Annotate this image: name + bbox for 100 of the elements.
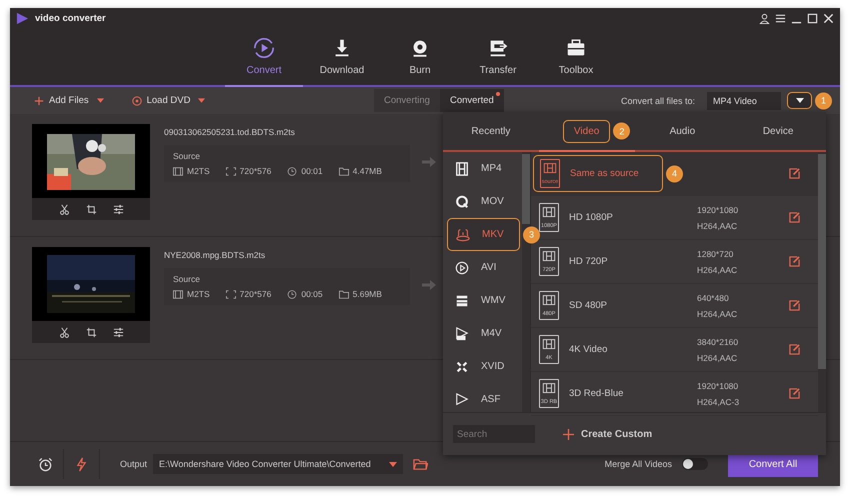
scrollbar[interactable] bbox=[522, 152, 530, 412]
output-path-field[interactable]: E:\Wondershare Video Converter Ultimate\Converted bbox=[153, 454, 404, 474]
preset-resolution: 1920*1080 bbox=[697, 380, 740, 390]
nav-tab[interactable]: Toolbox bbox=[537, 28, 615, 85]
format-item[interactable]: ASF bbox=[443, 383, 520, 416]
cross-icon bbox=[455, 360, 469, 374]
preset-resolution: 1920*1080 bbox=[697, 204, 740, 214]
preset-resolution: 1280*720 bbox=[697, 248, 734, 258]
crop-icon[interactable] bbox=[86, 326, 96, 338]
user-icon[interactable] bbox=[759, 12, 770, 24]
format-tab[interactable]: Recently bbox=[461, 120, 520, 142]
load-dvd-button[interactable]: Load DVD bbox=[132, 95, 190, 106]
preset-resolution: 640*480 bbox=[697, 292, 730, 302]
size-text: 5.69MB bbox=[352, 289, 382, 299]
view-tab[interactable]: Converting bbox=[374, 89, 440, 112]
maximize-icon[interactable] bbox=[807, 12, 818, 24]
edit-icon[interactable] bbox=[789, 300, 800, 311]
scissors-icon[interactable] bbox=[58, 326, 70, 338]
resolution-icon bbox=[226, 290, 236, 298]
play-icon bbox=[455, 392, 469, 406]
caret-icon bbox=[389, 462, 398, 466]
resolution-text: 720*576 bbox=[240, 166, 272, 176]
callout-number: 1 bbox=[815, 92, 832, 109]
output-label: Output bbox=[120, 459, 148, 469]
nav-tab[interactable]: Transfer bbox=[459, 28, 537, 85]
duration-text: 00:01 bbox=[301, 166, 323, 176]
crop-icon[interactable] bbox=[86, 204, 96, 214]
caret-icon bbox=[796, 98, 804, 103]
size-text: 4.47MB bbox=[352, 166, 382, 176]
resolution-icon bbox=[226, 166, 236, 176]
clapperboard-icon bbox=[455, 294, 469, 308]
nav-tab[interactable]: Burn bbox=[381, 28, 459, 85]
sliders-icon[interactable] bbox=[112, 204, 124, 214]
callout-number: 2 bbox=[613, 122, 630, 140]
menu-icon[interactable] bbox=[775, 12, 786, 24]
nav-tab[interactable]: Download bbox=[303, 28, 381, 85]
resolution-text: 720*576 bbox=[240, 289, 272, 299]
folder-icon bbox=[338, 290, 349, 298]
magnifier-icon bbox=[455, 194, 469, 208]
add-files-button[interactable]: Add Files bbox=[34, 95, 89, 106]
format-item[interactable]: WMV bbox=[443, 284, 520, 317]
play-circle-icon bbox=[455, 260, 469, 274]
source-label: Source bbox=[173, 151, 201, 161]
arrow-icon bbox=[422, 157, 436, 167]
view-tab[interactable]: Converted bbox=[440, 89, 504, 112]
edit-icon[interactable] bbox=[789, 388, 800, 399]
source-label: Source bbox=[173, 274, 201, 284]
folder-icon bbox=[338, 166, 349, 176]
close-icon[interactable] bbox=[823, 12, 834, 24]
format-text: M2TS bbox=[187, 166, 210, 176]
clock-icon bbox=[287, 166, 298, 176]
preset-resolution: 3840*2160 bbox=[697, 336, 740, 346]
clock-icon bbox=[287, 290, 298, 298]
format-tab[interactable]: Audio bbox=[660, 120, 706, 142]
edit-icon[interactable] bbox=[789, 344, 800, 355]
create-custom-button[interactable]: Create Custom bbox=[557, 428, 658, 440]
preset-codec: H264,AC-3 bbox=[697, 396, 740, 406]
edit-icon[interactable] bbox=[789, 256, 800, 267]
file-name: 090313062505231.tod.BDTS.m2ts bbox=[164, 127, 296, 137]
duration-text: 00:05 bbox=[301, 289, 323, 299]
plus-icon bbox=[34, 96, 44, 106]
file-name: NYE2008.mpg.BDTS.m2ts bbox=[164, 250, 266, 260]
format-item[interactable]: MOV bbox=[443, 185, 520, 218]
play-circle-icon bbox=[253, 37, 275, 59]
merge-label: Merge All Videos bbox=[604, 459, 672, 469]
format-item[interactable]: M4V bbox=[443, 317, 520, 350]
logo-icon bbox=[16, 12, 29, 24]
search-field[interactable]: Search bbox=[453, 425, 535, 443]
film-icon bbox=[173, 166, 183, 176]
film-icon bbox=[455, 162, 469, 176]
format-field[interactable]: MP4 Video bbox=[707, 92, 781, 110]
folder-icon[interactable] bbox=[413, 456, 428, 472]
alarm-clock-icon[interactable] bbox=[38, 456, 53, 472]
edit-icon[interactable] bbox=[789, 212, 800, 223]
preset-codec: H264,AAC bbox=[697, 308, 738, 318]
mkv-icon bbox=[456, 228, 470, 242]
preset-codec: H264,AAC bbox=[697, 264, 738, 274]
convert-all-label: Convert all files to: bbox=[620, 96, 695, 106]
format-item[interactable]: MP4 bbox=[443, 152, 520, 185]
lightning-icon[interactable] bbox=[74, 456, 89, 472]
arrow-icon bbox=[422, 280, 436, 290]
preset-codec: H264,AAC bbox=[697, 352, 738, 362]
caret-icon[interactable] bbox=[198, 98, 206, 103]
format-tab[interactable]: Device bbox=[752, 120, 804, 142]
disc-icon bbox=[132, 96, 142, 106]
film-icon bbox=[173, 290, 183, 298]
scissors-icon[interactable] bbox=[58, 204, 70, 214]
format-text: M2TS bbox=[187, 289, 210, 299]
m4v-icon bbox=[455, 326, 469, 340]
sliders-icon[interactable] bbox=[112, 326, 124, 338]
plus-icon bbox=[563, 428, 574, 440]
edit-icon[interactable] bbox=[789, 168, 800, 179]
format-item[interactable]: AVI bbox=[443, 251, 520, 284]
format-item[interactable]: XVID bbox=[443, 350, 520, 383]
scrollbar[interactable] bbox=[818, 152, 826, 412]
preset-codec: H264,AAC bbox=[697, 220, 738, 230]
window-title: video converter bbox=[35, 12, 106, 24]
callout-number: 4 bbox=[666, 165, 683, 182]
merge-toggle[interactable] bbox=[682, 458, 708, 470]
caret-icon[interactable] bbox=[96, 98, 104, 103]
